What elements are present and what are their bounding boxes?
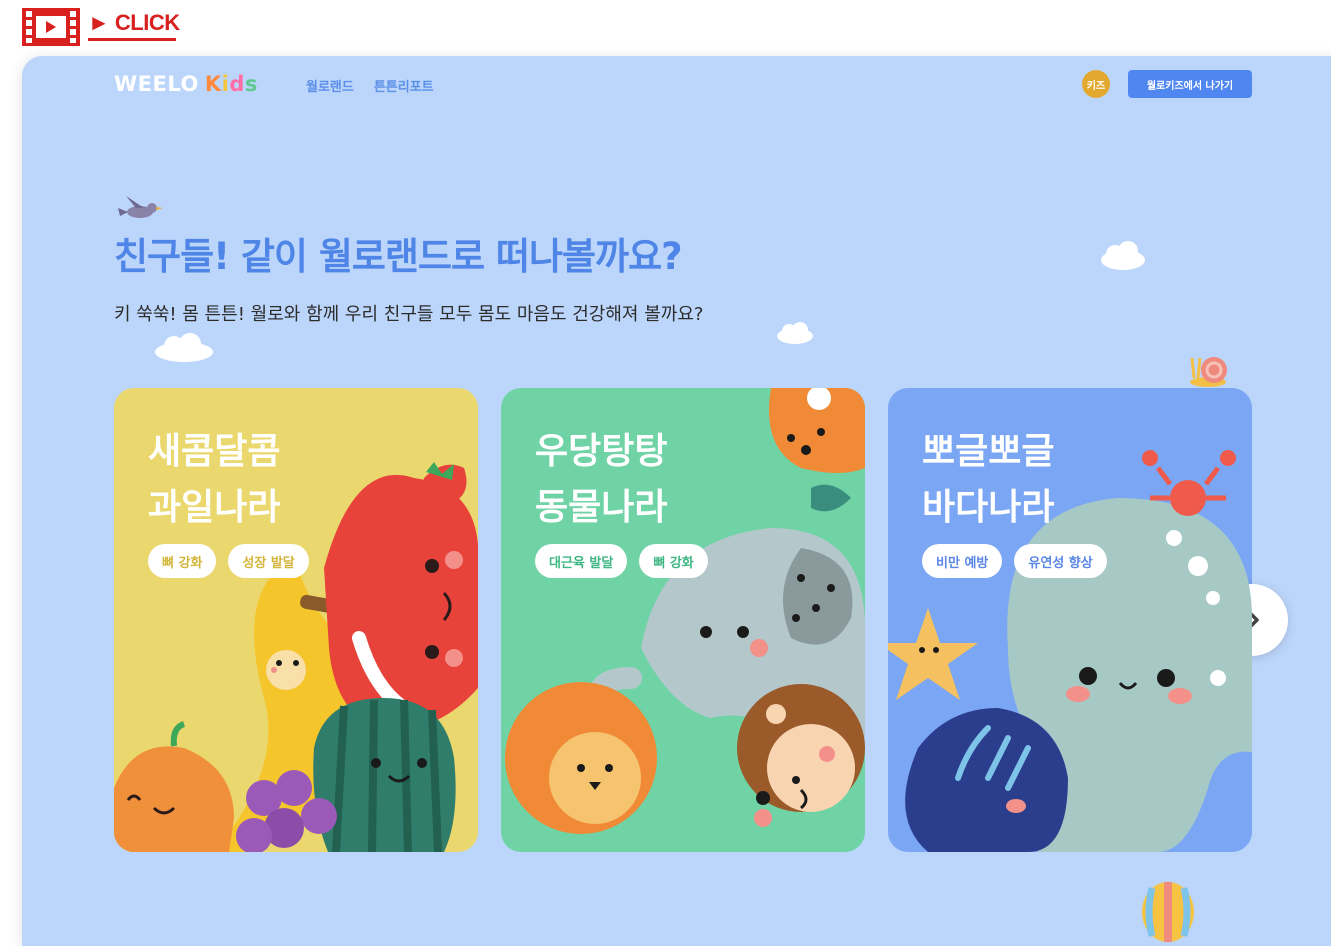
card-tags: 뼈 강화 성장 발달 [148,544,309,578]
tag-obesity-prevention: 비만 예방 [922,544,1003,578]
nav-link-weeloland[interactable]: 월로랜드 [306,76,354,95]
card-title-line: 우당탕탕 [535,431,668,472]
cloud-icon [777,322,813,344]
nav-link-report[interactable]: 튼튼리포트 [374,76,434,95]
tag-gross-motor: 대근육 발달 [535,544,628,578]
logo-kids-text: K [204,72,222,96]
card-title-line: 동물나라 [535,487,668,528]
tag-growth: 성장 발달 [228,544,309,578]
main-nav: 월로랜드 튼튼리포트 [306,76,434,95]
click-underline [88,38,176,41]
hero-title: 친구들! 같이 월로랜드로 떠나볼까요? [114,235,683,278]
logo-kids-rest3: s [244,72,258,96]
film-strip-icon[interactable] [22,8,80,46]
app-window: WEELO Kids 월로랜드 튼튼리포트 키즈 월로키즈에서 나가기 친구들! … [22,56,1331,946]
card-title: 뽀글뽀글 바다나라 [922,424,1054,536]
card-fruit-land[interactable]: 새콤달콤 과일나라 뼈 강화 성장 발달 [114,388,478,852]
bird-icon [118,196,163,218]
video-header-bar: ► CLICK [0,0,1331,52]
card-title: 새콤달콤 과일나라 [148,424,280,536]
card-sea-land[interactable]: 뽀글뽀글 바다나라 비만 예방 유연성 향상 [888,388,1252,852]
exit-kids-button[interactable]: 월로키즈에서 나가기 [1128,70,1252,98]
card-title-line: 과일나라 [148,487,281,528]
card-title-line: 바다나라 [922,487,1055,528]
tag-bone-strength: 뼈 강화 [639,544,708,578]
card-tags: 비만 예방 유연성 향상 [922,544,1107,578]
cloud-icon [155,333,213,362]
balloon-icon [1142,882,1194,942]
hero-subtitle: 키 쑥쑥! 몸 튼튼! 월로와 함께 우리 친구들 모두 몸도 마음도 건강해져… [114,304,704,325]
tag-bone-strength: 뼈 강화 [148,544,217,578]
weelo-kids-logo[interactable]: WEELO Kids [114,72,258,96]
tag-flexibility: 유연성 향상 [1014,544,1107,578]
avatar[interactable]: 키즈 [1082,70,1110,98]
card-animal-land[interactable]: 우당탕탕 동물나라 대근육 발달 뼈 강화 [501,388,865,852]
logo-kids-rest2: d [229,72,245,96]
card-title: 우당탕탕 동물나라 [535,424,667,536]
card-title-line: 새콤달콤 [148,431,281,472]
card-tags: 대근육 발달 뼈 강화 [535,544,708,578]
click-label[interactable]: ► CLICK [88,10,180,36]
snail-icon [1190,357,1227,387]
card-title-line: 뽀글뽀글 [922,431,1055,472]
logo-main-text: WEELO [114,72,199,96]
cloud-icon [1101,241,1145,270]
